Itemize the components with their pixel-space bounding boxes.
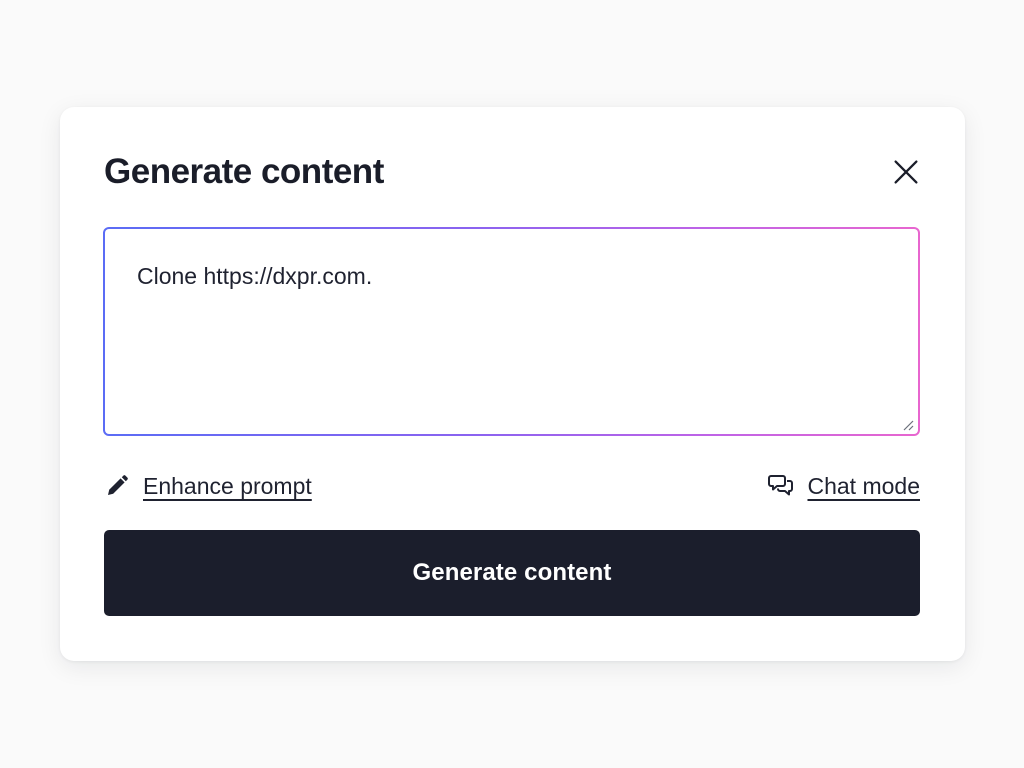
close-icon [893, 159, 919, 185]
enhance-prompt-link[interactable]: Enhance prompt [104, 469, 312, 503]
chat-mode-label: Chat mode [807, 473, 920, 499]
pencil-icon [104, 473, 130, 499]
prompt-field-frame: Clone https://dxpr.com. [103, 227, 920, 436]
page-background: Generate content Clone https://dxpr.com. [0, 0, 1024, 768]
resize-handle-icon[interactable] [902, 418, 914, 431]
dialog-title: Generate content [104, 152, 384, 191]
generate-content-button[interactable]: Generate content [104, 530, 920, 616]
enhance-prompt-label: Enhance prompt [143, 473, 312, 499]
close-button[interactable] [886, 152, 926, 192]
chat-bubbles-icon [768, 473, 794, 499]
prompt-textarea[interactable]: Clone https://dxpr.com. [105, 229, 918, 434]
generate-content-dialog: Generate content Clone https://dxpr.com. [60, 107, 965, 661]
prompt-actions: Enhance prompt Chat mode [104, 469, 920, 503]
chat-mode-link[interactable]: Chat mode [768, 469, 920, 503]
